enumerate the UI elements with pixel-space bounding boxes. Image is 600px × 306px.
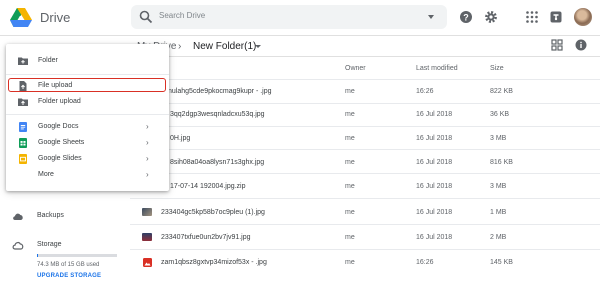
search-input[interactable]: Search Drive xyxy=(159,11,205,20)
menu-item-google-sheets[interactable] xyxy=(6,135,169,150)
file-name: 233404gc5kp58b7oc9pleu (1).jpg xyxy=(161,209,265,216)
submenu-arrow-icon: › xyxy=(146,170,149,179)
svg-text:?: ? xyxy=(463,12,469,22)
file-size: 822 KB xyxy=(490,88,513,95)
file-name: nulahg5cde9pkocmag9kupr - .jpg xyxy=(168,88,272,95)
file-name: 3qq2dgp3wesqnladcxu53q.jpg xyxy=(170,111,265,118)
image-thumbnail xyxy=(142,208,152,216)
cloud-icon xyxy=(13,213,23,220)
file-row[interactable] xyxy=(130,127,600,149)
file-size: 2 MB xyxy=(490,234,507,241)
new-item-menu: Folder File upload Folder upload Google … xyxy=(6,44,169,191)
menu-item-google-docs[interactable] xyxy=(6,119,169,134)
grid-view-icon[interactable] xyxy=(551,39,563,51)
menu-item-google-slides[interactable] xyxy=(6,151,169,166)
search-icon[interactable] xyxy=(139,10,153,24)
help-icon[interactable]: ? xyxy=(459,10,473,24)
storage-meter-fill xyxy=(37,254,38,257)
app-title[interactable]: Drive xyxy=(40,10,70,25)
highlight-box xyxy=(8,78,166,92)
menu-item-label: Google Docs xyxy=(38,123,79,130)
notifications-icon[interactable] xyxy=(549,10,563,24)
file-owner: me xyxy=(345,259,355,266)
file-modified: 16:26 xyxy=(416,88,434,95)
apps-icon[interactable] xyxy=(525,10,539,24)
image-thumbnail xyxy=(142,233,152,241)
file-owner: me xyxy=(345,135,355,142)
toolbar-divider xyxy=(130,56,600,57)
folder-menu-caret-icon[interactable] xyxy=(255,45,261,48)
file-owner: me xyxy=(345,88,355,95)
storage-meter xyxy=(37,254,117,257)
file-size: 36 KB xyxy=(490,111,510,118)
file-name: 0H.jpg xyxy=(170,135,191,142)
file-size: 3 MB xyxy=(490,183,507,190)
file-modified: 16 Jul 2018 xyxy=(416,135,453,142)
file-owner: me xyxy=(345,234,355,241)
file-modified: 16 Jul 2018 xyxy=(416,234,453,241)
search-bar[interactable]: Search Drive xyxy=(131,5,447,29)
file-modified: 16 Jul 2018 xyxy=(416,111,453,118)
storage-usage-text: 74.3 MB of 15 GB used xyxy=(37,262,100,268)
submenu-arrow-icon: › xyxy=(146,154,149,163)
file-owner: me xyxy=(345,183,355,190)
file-modified: 16 Jul 2018 xyxy=(416,183,453,190)
file-size: 1 MB xyxy=(490,209,507,216)
info-icon[interactable] xyxy=(575,39,587,51)
google-slides-icon xyxy=(19,154,27,164)
top-bar: Drive Search Drive ? xyxy=(0,0,600,36)
menu-item-label: File upload xyxy=(38,82,73,89)
column-header-last-modified[interactable]: Last modified xyxy=(416,65,458,72)
file-name: zam1qbsz8gxtvp34mizof53x - .jpg xyxy=(161,259,267,266)
file-size: 145 KB xyxy=(490,259,513,266)
folder-upload-icon xyxy=(18,98,28,106)
menu-item-label: More xyxy=(38,171,54,178)
settings-icon[interactable] xyxy=(484,10,498,24)
sidebar-item-label: Storage xyxy=(37,241,62,248)
column-header-size[interactable]: Size xyxy=(490,65,504,72)
menu-item-folder-upload[interactable] xyxy=(6,94,169,109)
breadcrumb-current-folder[interactable]: New Folder(1) xyxy=(193,41,256,52)
menu-item-label: Google Sheets xyxy=(38,139,85,146)
menu-item-label: Google Slides xyxy=(38,155,82,162)
search-options-caret-icon[interactable] xyxy=(428,15,434,19)
image-file-icon xyxy=(143,258,152,267)
menu-item-more[interactable] xyxy=(6,167,169,182)
menu-item-folder[interactable] xyxy=(6,52,169,70)
file-name: 17-07-14 192004.jpg.zip xyxy=(170,183,246,190)
file-name: 8sih08a04oa8lysn71s3ghx.jpg xyxy=(170,159,265,166)
file-owner: me xyxy=(345,209,355,216)
menu-divider xyxy=(6,114,169,115)
menu-divider xyxy=(6,74,169,75)
menu-item-label: Folder xyxy=(38,57,58,64)
google-sheets-icon xyxy=(19,138,27,148)
file-size: 816 KB xyxy=(490,159,513,166)
file-owner: me xyxy=(345,159,355,166)
file-upload-icon xyxy=(19,81,27,91)
file-name: 233407txfue0un2bv7jv91.jpg xyxy=(161,234,251,241)
folder-add-icon xyxy=(18,57,28,65)
column-header-owner[interactable]: Owner xyxy=(345,65,366,72)
sidebar-item-label: Backups xyxy=(37,212,64,219)
file-modified: 16 Jul 2018 xyxy=(416,159,453,166)
file-owner: me xyxy=(345,111,355,118)
drive-logo-icon[interactable] xyxy=(10,8,32,27)
file-modified: 16:26 xyxy=(416,259,434,266)
cloud-outline-icon xyxy=(12,241,24,250)
menu-item-label: Folder upload xyxy=(38,98,81,105)
google-docs-icon xyxy=(19,122,27,132)
file-modified: 16 Jul 2018 xyxy=(416,209,453,216)
submenu-arrow-icon: › xyxy=(146,122,149,131)
file-size: 3 MB xyxy=(490,135,507,142)
submenu-arrow-icon: › xyxy=(146,138,149,147)
breadcrumb-separator: › xyxy=(178,41,182,52)
avatar[interactable] xyxy=(574,8,592,26)
upgrade-storage-link[interactable]: UPGRADE STORAGE xyxy=(37,273,101,279)
